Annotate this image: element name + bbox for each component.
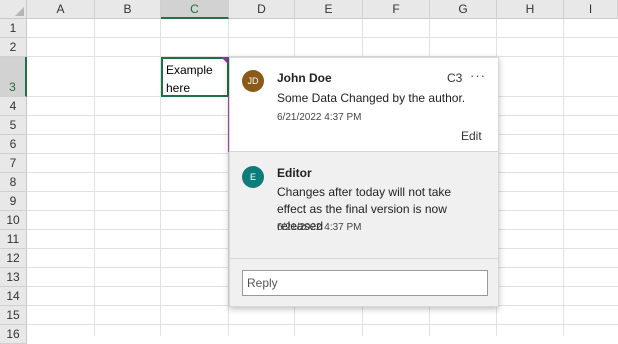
column-header-d[interactable]: D	[229, 0, 295, 19]
avatar: E	[242, 166, 264, 188]
reply-input[interactable]: Reply	[242, 270, 488, 296]
comment-author: Editor	[277, 166, 312, 180]
comment-author: John Doe	[277, 71, 332, 85]
row-header-2[interactable]: 2	[0, 38, 27, 57]
row-header-13[interactable]: 13	[0, 268, 27, 287]
column-header-a[interactable]: A	[27, 0, 95, 19]
select-all-icon	[15, 7, 24, 16]
row-header-6[interactable]: 6	[0, 135, 27, 154]
row-header-16[interactable]: 16	[0, 325, 27, 344]
row-header-15[interactable]: 15	[0, 306, 27, 325]
avatar: JD	[242, 70, 264, 92]
comment-card-reply[interactable]: E Editor Changes after today will not ta…	[230, 153, 498, 258]
row-header-4[interactable]: 4	[0, 97, 27, 116]
column-header-g[interactable]: G	[430, 0, 497, 19]
column-header-e[interactable]: E	[295, 0, 363, 19]
comment-timestamp: 6/21/2022 4:37 PM	[277, 222, 362, 233]
cell-reference: C3	[447, 71, 463, 85]
row-header-5[interactable]: 5	[0, 116, 27, 135]
edit-button[interactable]: Edit	[461, 129, 482, 143]
comment-indicator-icon	[221, 57, 228, 64]
active-cell-c3[interactable]: Example here	[161, 57, 229, 97]
row-header-3[interactable]: 3	[0, 57, 27, 97]
row-header-1[interactable]: 1	[0, 19, 27, 38]
comment-timestamp: 6/21/2022 4:37 PM	[277, 112, 362, 123]
column-header-f[interactable]: F	[363, 0, 430, 19]
row-header-11[interactable]: 11	[0, 230, 27, 249]
comment-text: Some Data Changed by the author.	[277, 91, 466, 105]
row-header-9[interactable]: 9	[0, 192, 27, 211]
cell-text: Example here	[166, 63, 213, 95]
gridline	[94, 19, 95, 336]
more-options-icon[interactable]: ···	[470, 68, 486, 83]
column-header-b[interactable]: B	[95, 0, 161, 19]
column-header-c[interactable]: C	[161, 0, 229, 19]
row-header-14[interactable]: 14	[0, 287, 27, 306]
select-all-corner[interactable]	[0, 0, 27, 19]
column-header-i[interactable]: I	[564, 0, 618, 19]
row-header-8[interactable]: 8	[0, 173, 27, 192]
gridline	[27, 37, 618, 38]
row-header-10[interactable]: 10	[0, 211, 27, 230]
divider	[230, 258, 498, 259]
column-header-h[interactable]: H	[497, 0, 564, 19]
comment-card-first[interactable]: JD John Doe C3 ··· Some Data Changed by …	[230, 58, 498, 152]
row-header-7[interactable]: 7	[0, 154, 27, 173]
row-header-12[interactable]: 12	[0, 249, 27, 268]
gridline	[27, 324, 618, 325]
gridline	[563, 19, 564, 336]
